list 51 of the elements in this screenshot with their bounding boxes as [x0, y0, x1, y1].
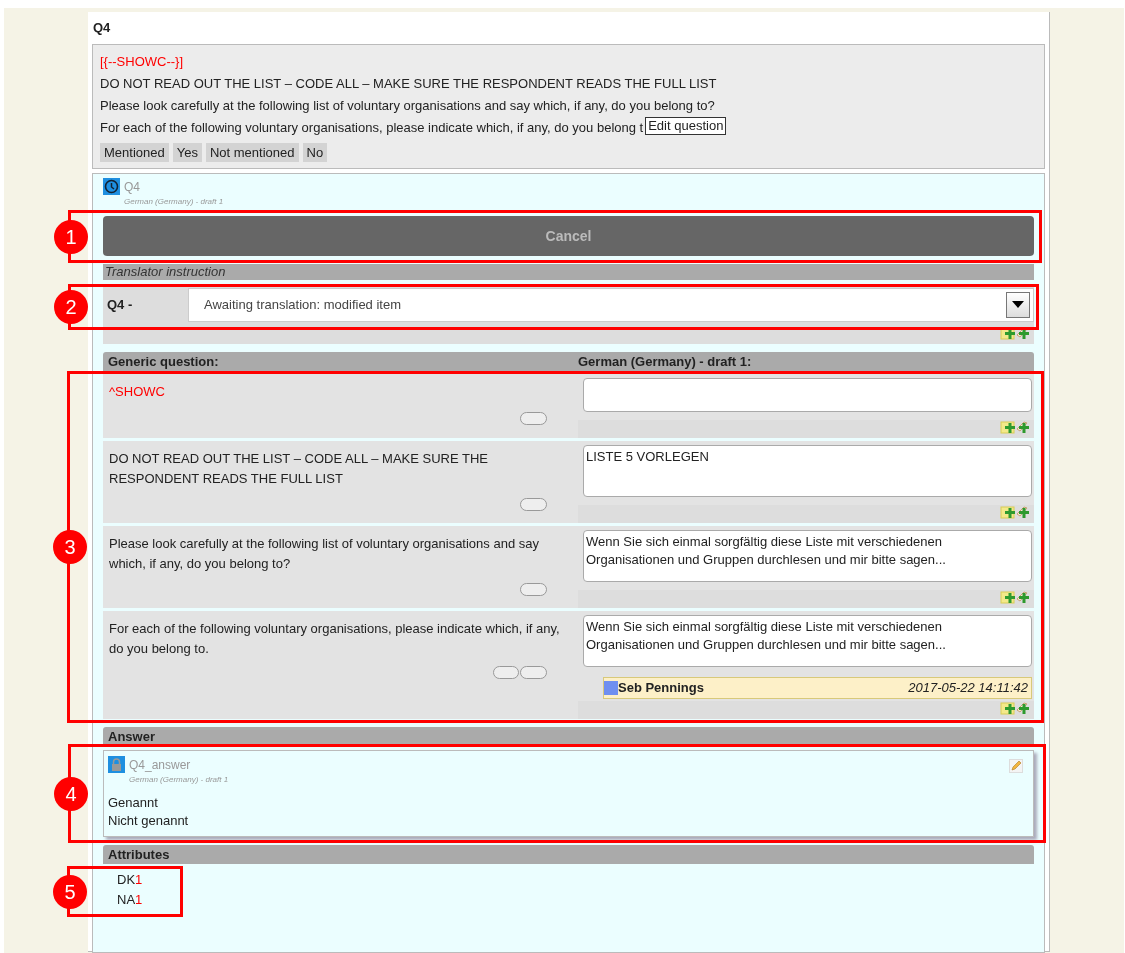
copy-button[interactable] [520, 498, 547, 511]
question-line: DO NOT READ OUT THE LIST – CODE ALL – MAKE SURE THE RESPONDENT READS THE FULL LIST [100, 75, 717, 91]
answer-option: Nicht genannt [108, 812, 1030, 830]
column-header: Generic question: [108, 353, 220, 371]
item-language: German (Germany) - draft 1 [124, 196, 224, 208]
section-header: Attributes [103, 845, 1034, 864]
question-line: For each of the following voluntary organisations, please indicate which, if any, do you belong t [100, 119, 644, 135]
status-dropdown[interactable]: Awaiting translation: modified item [188, 288, 1034, 322]
source-text: Please look carefully at the following list of voluntary organisations and say which, if any, do you belong to? [109, 535, 540, 573]
answer-option: Not mentioned [205, 142, 299, 162]
item-name: Q4 [124, 179, 141, 196]
translator-instruction-label: Translator instruction [103, 264, 1034, 280]
add-note-icon[interactable] [1000, 420, 1032, 434]
callout-badge: 5 [53, 874, 87, 909]
item-language: German (Germany) - draft 1 [129, 774, 229, 786]
question-line: Please look carefully at the following list of voluntary organisations and say which, if any, do you belong to? [100, 97, 715, 113]
question-line: [{--SHOWC--}] [100, 53, 184, 69]
add-note-icon[interactable] [1000, 701, 1032, 715]
source-text: DO NOT READ OUT THE LIST – CODE ALL – MAKE SURE THE RESPONDENT READS THE FULL LIST [109, 450, 490, 488]
source-text: ^SHOWC [109, 383, 166, 401]
attribute-text: DK1 [117, 871, 144, 889]
callout-badge: 3 [53, 530, 87, 564]
attribute-text: NA1 [117, 890, 144, 909]
add-note-icon[interactable] [1000, 505, 1032, 519]
answer-option: Yes [172, 142, 202, 162]
comment-time: 2017-05-22 14:11:42 [908, 679, 1028, 698]
add-note-icon[interactable] [1000, 590, 1032, 604]
copy-button[interactable] [520, 583, 547, 596]
caret-icon [1012, 301, 1024, 309]
answer-option: Genannt [108, 794, 1030, 812]
column-header: German (Germany) - draft 1: [578, 353, 752, 371]
translation-field[interactable]: Wenn Sie sich einmal sorgfältig diese Liste mit verschiedenen Organisationen und Gruppen durchlesen und mir bitte sagen... [583, 615, 1032, 667]
tooltip: Edit question [645, 116, 727, 135]
callout-badge: 4 [54, 776, 88, 811]
translation-field[interactable]: LISTE 5 VORLEGEN [583, 445, 1032, 497]
item-name: Q4_answer [129, 757, 192, 774]
pencil-icon[interactable] [1009, 759, 1023, 773]
source-text: For each of the following voluntary organisations, please indicate which, if any, do you belong to. [109, 620, 561, 658]
translation-field[interactable] [583, 378, 1032, 412]
copy-button[interactable] [520, 666, 547, 679]
translation-field[interactable]: Wenn Sie sich einmal sorgfältig diese Liste mit verschiedenen Organisationen und Gruppen durchlesen und mir bitte sagen... [583, 530, 1032, 582]
answer-option: No [302, 142, 328, 162]
copy-button[interactable] [520, 411, 547, 425]
comment-author: Seb Pennings [618, 679, 704, 698]
answer-option: Mentioned [100, 142, 169, 162]
callout-badge: 2 [54, 290, 88, 324]
status-label: Q4 - [106, 296, 134, 315]
mark-button[interactable] [493, 666, 519, 679]
clock-icon [103, 178, 120, 195]
callout-badge: 1 [54, 219, 88, 254]
question-title: Q4 [92, 19, 112, 37]
